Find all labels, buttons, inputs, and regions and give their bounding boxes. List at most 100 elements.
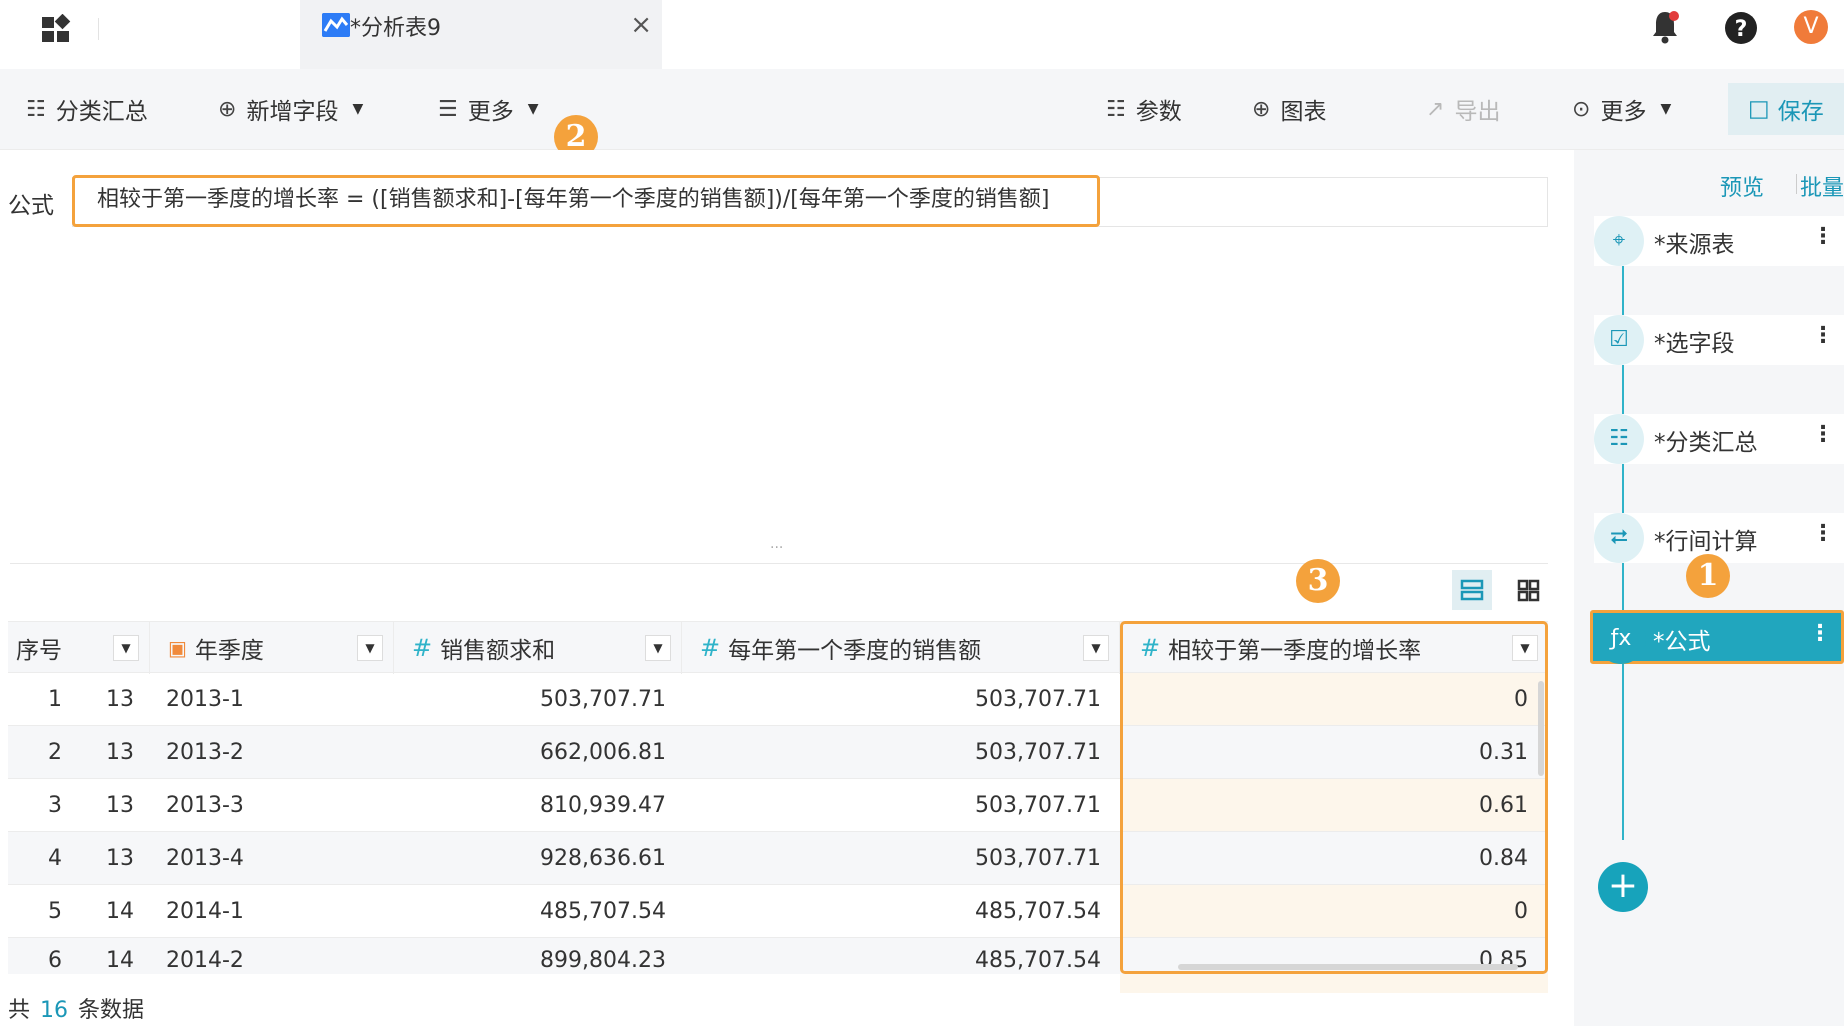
tab-analysis-table[interactable]: *分析表9 × — [300, 0, 662, 69]
cell-group: 13 — [106, 740, 134, 765]
grid-view-button[interactable] — [1508, 570, 1548, 610]
help-icon[interactable]: ? — [1723, 8, 1759, 48]
chart-label: 图表 — [1280, 99, 1327, 125]
save-icon: □ — [1748, 96, 1770, 122]
cell-sales: 928,636.61 — [540, 846, 666, 871]
annotation-badge-1: 1 — [1686, 554, 1730, 598]
export-icon: ↗ — [1426, 96, 1445, 122]
annotation-badge-3: 3 — [1296, 559, 1340, 603]
hierarchy-icon: ☷ — [1594, 414, 1644, 464]
toolbar: ☷ 分类汇总 ⊕ 新增字段 ▼ ☰ 更多 ▼ ☷ 参数 ⊕ 图表 ↗ 导出 ⊙ … — [0, 69, 1844, 150]
divider — [98, 18, 99, 40]
cell-sales: 810,939.47 — [540, 793, 666, 818]
column-header-sales[interactable]: # 销售额求和 ▼ — [394, 622, 682, 674]
list-icon: ☰ — [438, 96, 458, 122]
save-button[interactable]: □ 保存 — [1728, 83, 1844, 135]
top-bar: *分析表9 × ? V — [0, 0, 1844, 69]
column-header-index[interactable]: 序号 ▼ — [8, 622, 150, 674]
step-formula[interactable]: ƒx *公式 ⋮ — [1590, 610, 1844, 664]
step-label: *选字段 — [1654, 331, 1735, 357]
record-count-value: 16 — [40, 998, 69, 1023]
cell-sales: 503,707.71 — [540, 687, 666, 712]
column-header-first-quarter-sales[interactable]: # 每年第一个季度的销售额 ▼ — [682, 622, 1120, 674]
number-type-icon: # — [412, 634, 433, 662]
splitter-handle-icon[interactable]: ··· — [770, 540, 783, 556]
plus-circle-icon: ⊕ — [1252, 96, 1271, 122]
more-circle-icon: ⊙ — [1572, 96, 1591, 122]
cell-group: 13 — [106, 793, 134, 818]
more-vertical-icon[interactable]: ⋮ — [1812, 224, 1834, 249]
step-select-fields[interactable]: ☑ *选字段 ⋮ — [1594, 315, 1844, 365]
bell-icon[interactable] — [1650, 8, 1680, 48]
formula-label: 公式 — [8, 193, 54, 219]
group-summary-label: 分类汇总 — [55, 99, 148, 125]
steps-panel: 预览 批量 ⌖ *来源表 ⋮ ☑ *选字段 ⋮ ☷ *分类汇总 ⋮ ⮂ *行间计… — [1574, 150, 1844, 1026]
column-header-label: 每年第一个季度的销售额 — [728, 638, 982, 664]
export-label: 导出 — [1454, 99, 1501, 125]
column-dropdown-icon[interactable]: ▼ — [645, 635, 671, 661]
cell-group: 14 — [106, 948, 134, 973]
cell-first-quarter-sales: 503,707.71 — [975, 687, 1101, 712]
cell-sales: 662,006.81 — [540, 740, 666, 765]
batch-link[interactable]: 批量 — [1800, 170, 1844, 202]
target-icon: ⌖ — [1594, 216, 1644, 266]
avatar[interactable]: V — [1794, 10, 1828, 44]
close-icon[interactable]: × — [630, 10, 652, 40]
column-dropdown-icon[interactable]: ▼ — [113, 635, 139, 661]
group-summary-button[interactable]: ☷ 分类汇总 — [26, 91, 148, 127]
record-count: 共 16 条数据 — [8, 992, 144, 1024]
cell-quarter: 2013-1 — [166, 687, 244, 712]
save-label: 保存 — [1777, 99, 1824, 125]
column-dropdown-icon[interactable]: ▼ — [1083, 635, 1109, 661]
step-group-summary[interactable]: ☷ *分类汇总 ⋮ — [1594, 414, 1844, 464]
highlighted-column-outline — [1120, 621, 1548, 974]
step-row-calculation[interactable]: ⮂ *行间计算 ⋮ — [1594, 513, 1844, 563]
more-left-button[interactable]: ☰ 更多 ▼ — [438, 91, 539, 127]
step-label: *行间计算 — [1654, 529, 1758, 555]
more-vertical-icon[interactable]: ⋮ — [1809, 621, 1831, 646]
app-grid-icon[interactable] — [42, 14, 74, 44]
caret-down-icon: ▼ — [527, 101, 539, 117]
step-label: *公式 — [1653, 629, 1711, 655]
record-count-suffix: 条数据 — [78, 998, 145, 1023]
params-button[interactable]: ☷ 参数 — [1106, 91, 1182, 127]
cell-first-quarter-sales: 485,707.54 — [975, 899, 1101, 924]
formula-input[interactable]: 相较于第一季度的增长率 = ([销售额求和]-[每年第一个季度的销售额])/[每… — [72, 175, 1100, 227]
cell-quarter: 2014-2 — [166, 948, 244, 973]
vertical-scrollbar[interactable] — [1538, 681, 1544, 776]
add-field-button[interactable]: ⊕ 新增字段 ▼ — [218, 91, 363, 127]
export-button[interactable]: ↗ 导出 — [1426, 91, 1500, 127]
cell-quarter: 2014-1 — [166, 899, 244, 924]
caret-down-icon: ▼ — [1660, 101, 1672, 117]
grid-view-icon — [1517, 579, 1540, 602]
more-right-label: 更多 — [1600, 99, 1647, 125]
cell-index: 2 — [48, 740, 62, 765]
analysis-table-icon — [322, 13, 350, 37]
add-step-button[interactable]: + — [1598, 862, 1648, 912]
chart-button[interactable]: ⊕ 图表 — [1252, 91, 1326, 127]
cell-index: 3 — [48, 793, 62, 818]
step-source-table[interactable]: ⌖ *来源表 ⋮ — [1594, 216, 1844, 266]
more-vertical-icon[interactable]: ⋮ — [1812, 323, 1834, 348]
cell-first-quarter-sales: 503,707.71 — [975, 846, 1101, 871]
list-view-button[interactable] — [1452, 570, 1492, 610]
column-header-quarter[interactable]: ▣ 年季度 ▼ — [150, 622, 394, 674]
cell-index: 6 — [48, 948, 62, 973]
select-fields-icon: ☑ — [1594, 315, 1644, 365]
more-vertical-icon[interactable]: ⋮ — [1812, 422, 1834, 447]
column-dropdown-icon[interactable]: ▼ — [357, 635, 383, 661]
hierarchy-icon: ☷ — [26, 96, 46, 122]
cell-first-quarter-sales: 485,707.54 — [975, 948, 1101, 973]
horizontal-scrollbar[interactable] — [1178, 964, 1518, 970]
more-vertical-icon[interactable]: ⋮ — [1812, 521, 1834, 546]
preview-link[interactable]: 预览 — [1720, 170, 1764, 202]
number-type-icon: # — [700, 634, 721, 662]
more-right-button[interactable]: ⊙ 更多 ▼ — [1572, 91, 1671, 127]
cell-sales: 485,707.54 — [540, 899, 666, 924]
cell-group: 13 — [106, 846, 134, 871]
add-column-icon: ⊕ — [218, 96, 237, 122]
row-calc-icon: ⮂ — [1594, 513, 1644, 563]
params-icon: ☷ — [1106, 96, 1126, 122]
cell-first-quarter-sales: 503,707.71 — [975, 793, 1101, 818]
list-view-icon — [1460, 579, 1484, 601]
